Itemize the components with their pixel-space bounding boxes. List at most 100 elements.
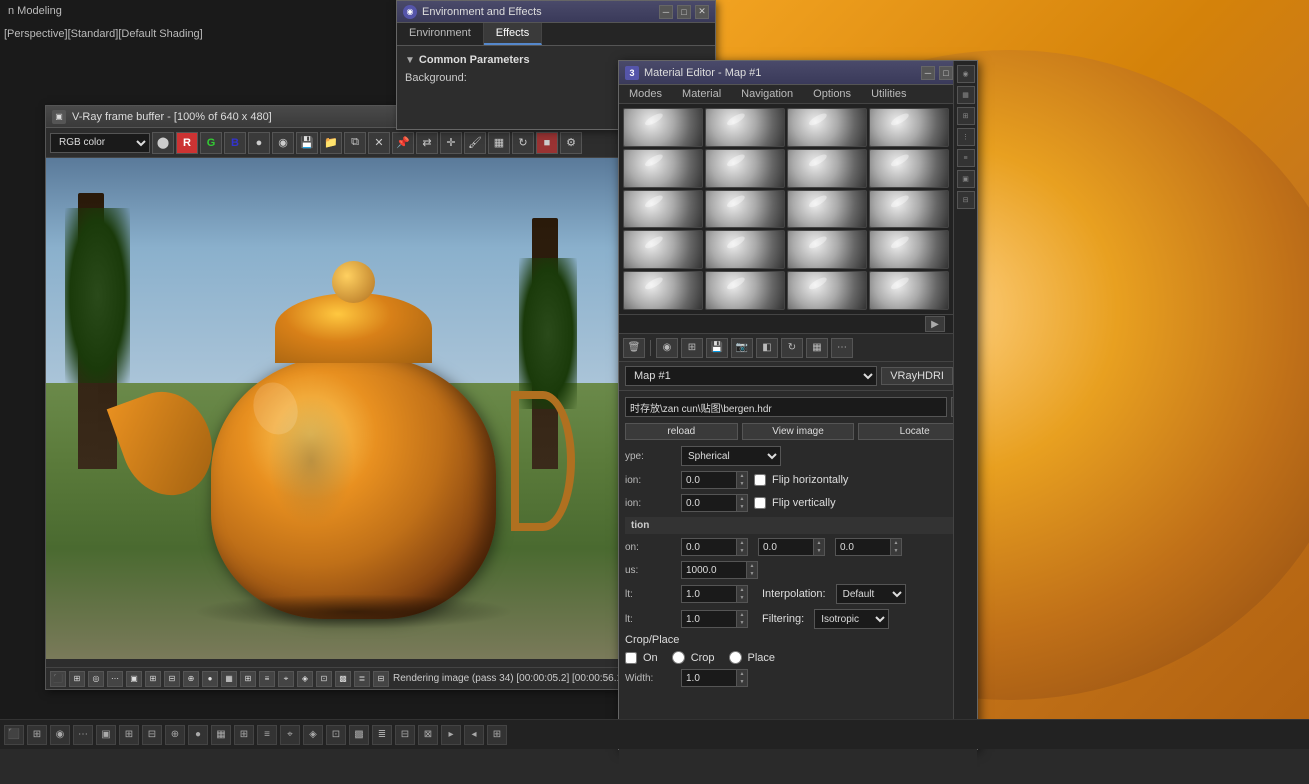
width-input[interactable] xyxy=(681,669,736,687)
grey-circle-btn[interactable]: ◉ xyxy=(272,132,294,154)
mat-maximize-btn[interactable]: □ xyxy=(939,66,953,80)
mat-sphere-4-3[interactable] xyxy=(787,230,867,269)
status-icon-15[interactable]: ⊡ xyxy=(316,671,332,687)
bottom-btn-14[interactable]: ◈ xyxy=(303,725,323,745)
env-maximize-btn[interactable]: □ xyxy=(677,5,691,19)
g-channel-btn[interactable]: G xyxy=(200,132,222,154)
map-name-select[interactable]: Map #1 xyxy=(625,366,877,386)
radius-down[interactable]: ▼ xyxy=(747,570,757,578)
status-icon-6[interactable]: ⊞ xyxy=(145,671,161,687)
mat-sphere-2-4[interactable] xyxy=(869,149,949,188)
mat-shader-btn[interactable]: ▦ xyxy=(806,338,828,358)
stop-btn[interactable]: ■ xyxy=(536,132,558,154)
mat-sphere-4-2[interactable] xyxy=(705,230,785,269)
rotation-v-up[interactable]: ▲ xyxy=(737,495,747,503)
right-sidebar-btn-6[interactable]: ▣ xyxy=(957,170,975,188)
rotation-h-up[interactable]: ▲ xyxy=(737,472,747,480)
paint-btn[interactable]: 🖌 xyxy=(464,132,486,154)
file-path-input[interactable] xyxy=(625,397,947,417)
env-minimize-btn[interactable]: ─ xyxy=(659,5,673,19)
mat-cam2-btn[interactable]: ◧ xyxy=(756,338,778,358)
mat-sphere-3-3[interactable] xyxy=(787,190,867,229)
mat-sphere-2-3[interactable] xyxy=(787,149,867,188)
right-sidebar-btn-4[interactable]: ⋮ xyxy=(957,128,975,146)
bottom-btn-2[interactable]: ⊞ xyxy=(27,725,47,745)
bottom-btn-19[interactable]: ⊠ xyxy=(418,725,438,745)
rotation-v-input[interactable] xyxy=(681,494,736,512)
place-radio[interactable] xyxy=(729,651,742,664)
refresh-btn[interactable]: ↻ xyxy=(512,132,534,154)
mat-sphere-3-4[interactable] xyxy=(869,190,949,229)
default1-up[interactable]: ▲ xyxy=(737,586,747,594)
bottom-btn-11[interactable]: ⊞ xyxy=(234,725,254,745)
clear-btn[interactable]: ✕ xyxy=(368,132,390,154)
menu-options[interactable]: Options xyxy=(803,85,861,103)
status-icon-4[interactable]: ⋯ xyxy=(107,671,123,687)
tab-effects[interactable]: Effects xyxy=(484,23,542,45)
save-btn[interactable]: 💾 xyxy=(296,132,318,154)
folder-btn[interactable]: 📁 xyxy=(320,132,342,154)
mat-grid-btn[interactable]: ⊞ xyxy=(681,338,703,358)
offset-z-down[interactable]: ▼ xyxy=(891,547,901,555)
radius-up[interactable]: ▲ xyxy=(747,562,757,570)
env-close-btn[interactable]: ✕ xyxy=(695,5,709,19)
mat-refresh-btn[interactable]: ↻ xyxy=(781,338,803,358)
status-icon-9[interactable]: ● xyxy=(202,671,218,687)
status-icon-8[interactable]: ⊕ xyxy=(183,671,199,687)
status-icon-12[interactable]: ≡ xyxy=(259,671,275,687)
white-circle-btn[interactable]: ● xyxy=(248,132,270,154)
rotation-h-down[interactable]: ▼ xyxy=(737,480,747,488)
offset-x-down[interactable]: ▼ xyxy=(737,547,747,555)
mat-sphere-1-2[interactable] xyxy=(705,108,785,147)
mat-sphere-2-2[interactable] xyxy=(705,149,785,188)
width-down[interactable]: ▼ xyxy=(737,678,747,686)
bottom-btn-9[interactable]: ● xyxy=(188,725,208,745)
bottom-btn-4[interactable]: ⋯ xyxy=(73,725,93,745)
mat-sphere-4-4[interactable] xyxy=(869,230,949,269)
bottom-btn-13[interactable]: ⌖ xyxy=(280,725,300,745)
status-icon-17[interactable]: ≣ xyxy=(354,671,370,687)
view-image-btn[interactable]: View image xyxy=(742,423,855,440)
default1-down[interactable]: ▼ xyxy=(737,594,747,602)
mat-sphere-3-2[interactable] xyxy=(705,190,785,229)
mat-sphere-view-btn[interactable]: ◉ xyxy=(656,338,678,358)
offset-x-input[interactable] xyxy=(681,538,736,556)
mat-sphere-5-4[interactable] xyxy=(869,271,949,310)
bottom-btn-8[interactable]: ⊕ xyxy=(165,725,185,745)
bottom-btn-16[interactable]: ▩ xyxy=(349,725,369,745)
right-sidebar-btn-2[interactable]: ▦ xyxy=(957,86,975,104)
status-icon-5[interactable]: ▣ xyxy=(126,671,142,687)
reload-btn[interactable]: reload xyxy=(625,423,738,440)
offset-x-up[interactable]: ▲ xyxy=(737,539,747,547)
default2-up[interactable]: ▲ xyxy=(737,611,747,619)
status-icon-16[interactable]: ▩ xyxy=(335,671,351,687)
mat-sphere-5-1[interactable] xyxy=(623,271,703,310)
mat-sphere-5-3[interactable] xyxy=(787,271,867,310)
default2-down[interactable]: ▼ xyxy=(737,619,747,627)
menu-navigation[interactable]: Navigation xyxy=(731,85,803,103)
cursor-btn[interactable]: ✛ xyxy=(440,132,462,154)
default1-input[interactable] xyxy=(681,585,736,603)
mat-save-btn[interactable]: 💾 xyxy=(706,338,728,358)
offset-z-input[interactable] xyxy=(835,538,890,556)
crop-radio[interactable] xyxy=(672,651,685,664)
bottom-btn-15[interactable]: ⊡ xyxy=(326,725,346,745)
right-sidebar-btn-7[interactable]: ⊟ xyxy=(957,191,975,209)
scroll-right-btn[interactable]: ▶ xyxy=(925,316,945,332)
pin-btn[interactable]: 📌 xyxy=(392,132,414,154)
bottom-btn-10[interactable]: ▦ xyxy=(211,725,231,745)
bottom-btn-6[interactable]: ⊞ xyxy=(119,725,139,745)
type-select[interactable]: Spherical xyxy=(681,446,781,466)
menu-modes[interactable]: Modes xyxy=(619,85,672,103)
status-icon-11[interactable]: ⊞ xyxy=(240,671,256,687)
filtering-select[interactable]: Isotropic xyxy=(814,609,889,629)
bottom-btn-17[interactable]: ≣ xyxy=(372,725,392,745)
right-sidebar-btn-3[interactable]: ⊞ xyxy=(957,107,975,125)
offset-y-up[interactable]: ▲ xyxy=(814,539,824,547)
bottom-btn-12[interactable]: ≡ xyxy=(257,725,277,745)
mat-sphere-3-1[interactable] xyxy=(623,190,703,229)
width-up[interactable]: ▲ xyxy=(737,670,747,678)
status-icon-2[interactable]: ⊞ xyxy=(69,671,85,687)
right-sidebar-btn-1[interactable]: ◉ xyxy=(957,65,975,83)
interpolation-select[interactable]: Default xyxy=(836,584,906,604)
